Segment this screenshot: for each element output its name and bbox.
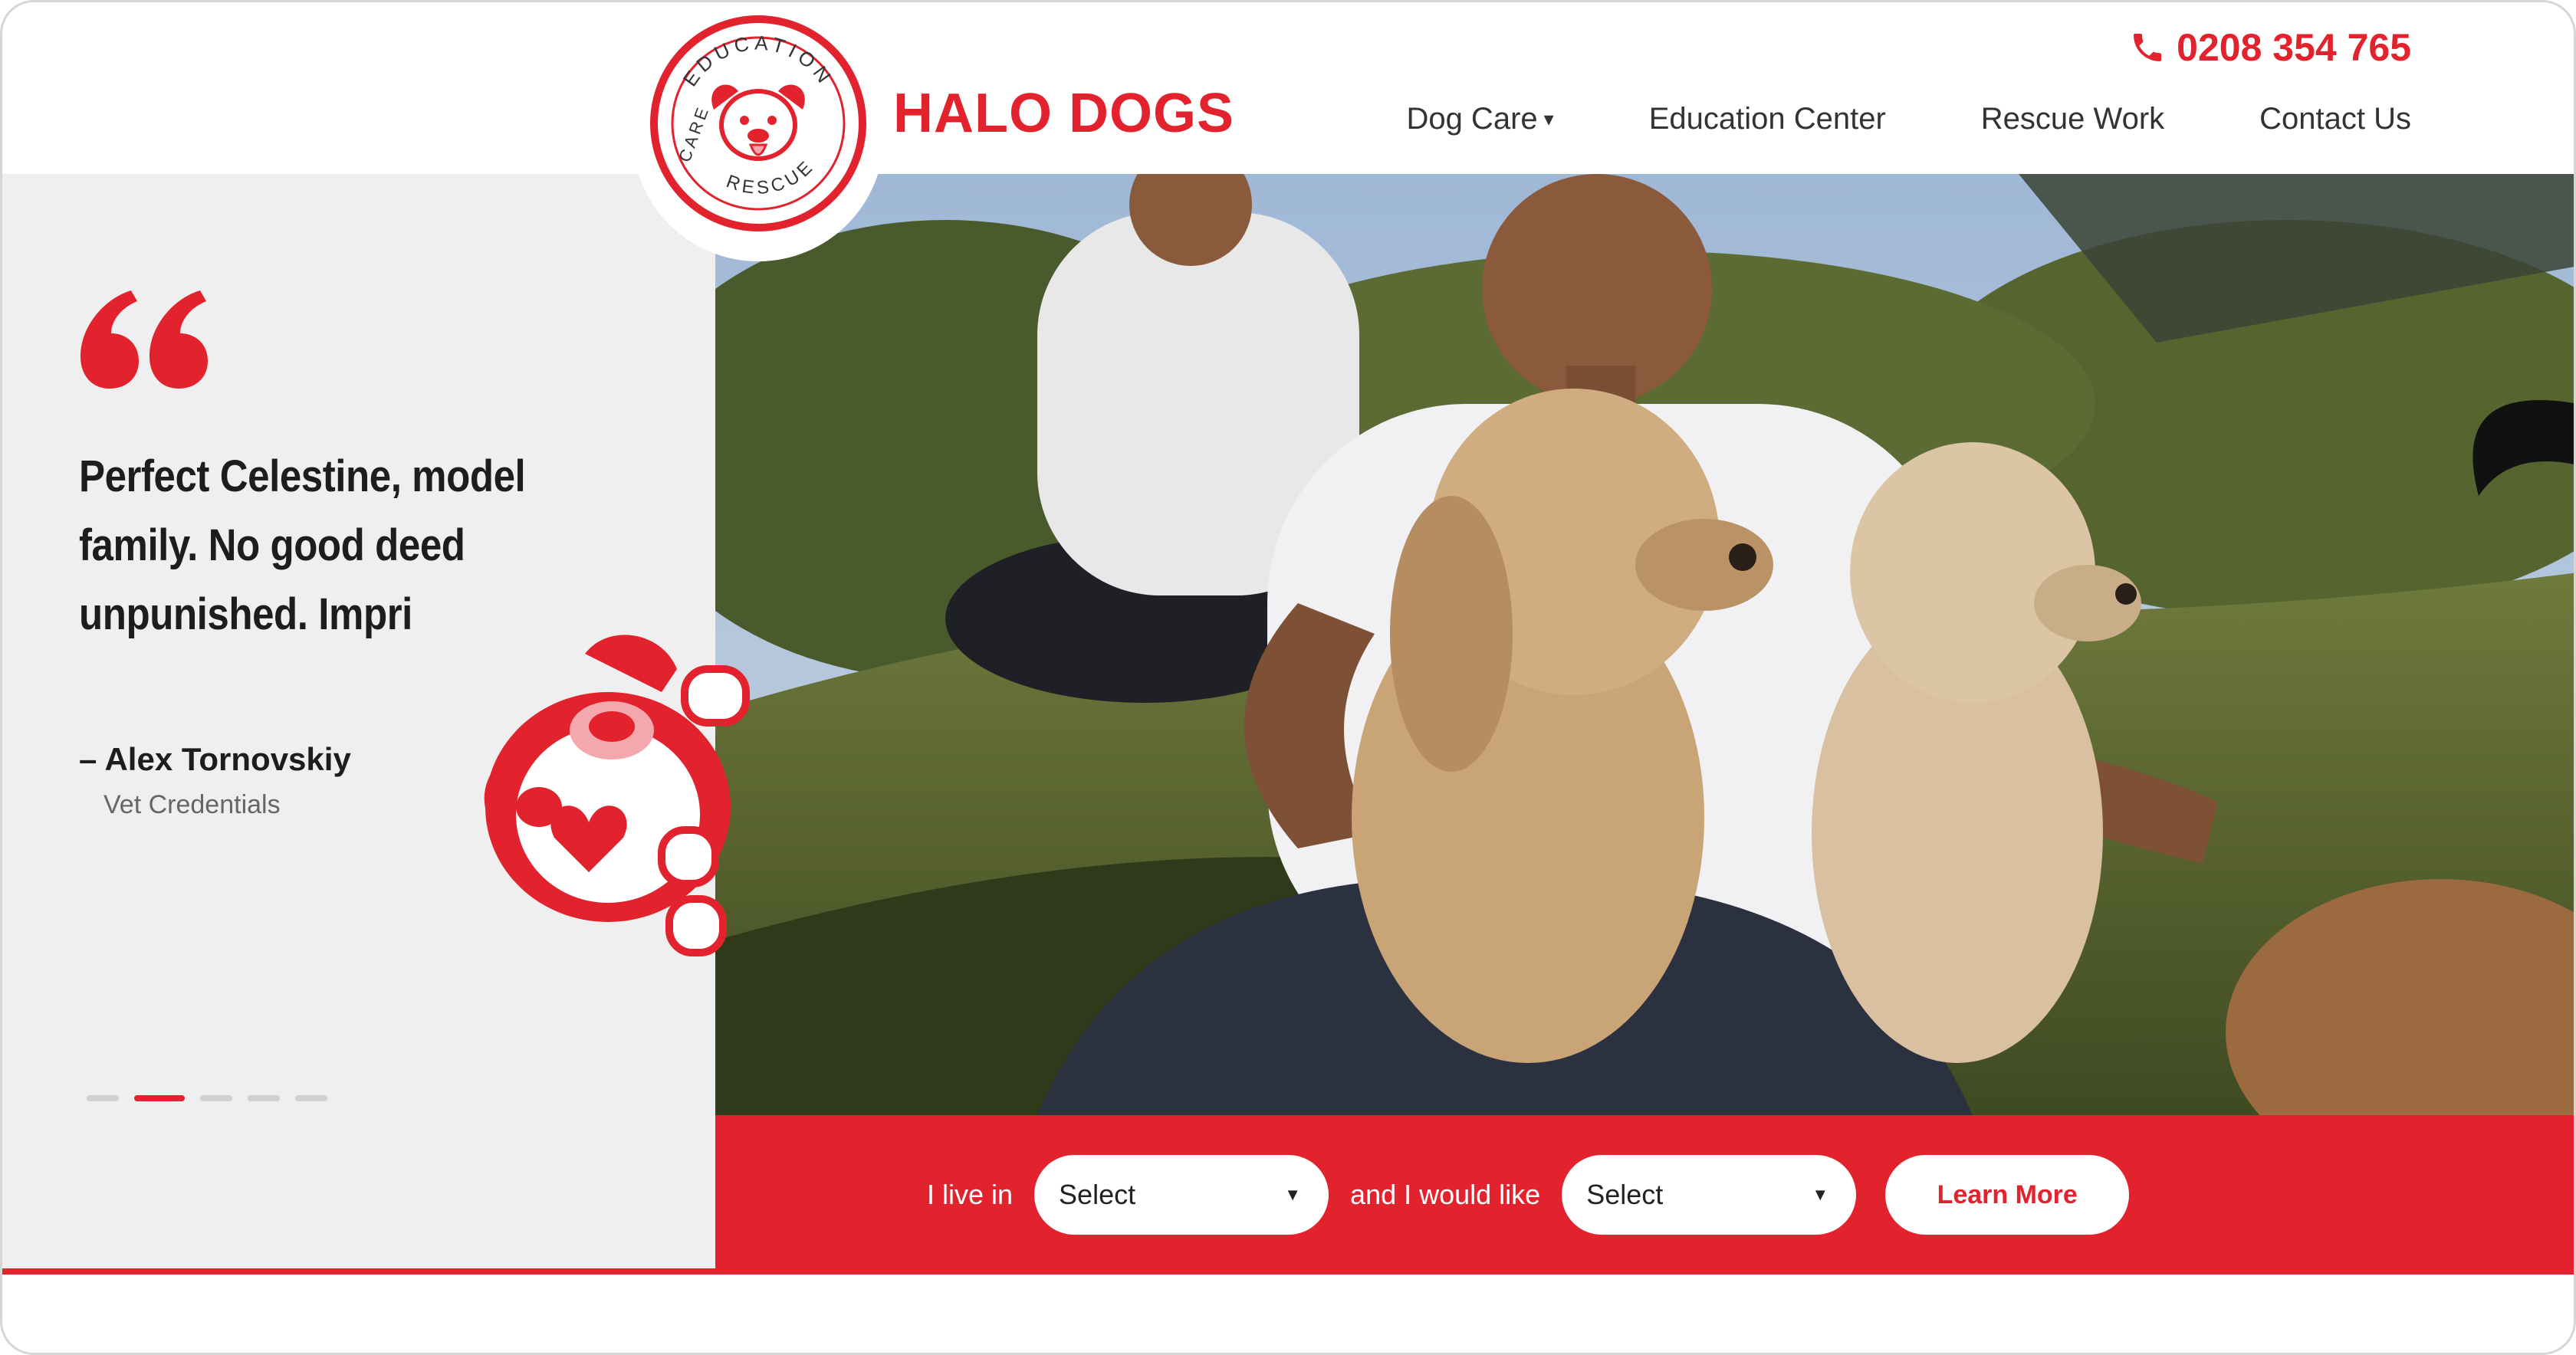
hero-photo bbox=[715, 174, 2574, 1115]
mascot-dog-icon bbox=[484, 635, 750, 956]
phone-icon bbox=[2134, 34, 2162, 61]
logo-icon: EDUCATION RESCUE CARE bbox=[643, 15, 873, 251]
dog-finder-bar: I live in Select ▼ and I would like Sele… bbox=[715, 1115, 2574, 1275]
testimonial-author: – Alex Tornovskiy bbox=[79, 741, 351, 777]
phone-number[interactable]: 0208 354 765 bbox=[2129, 25, 2411, 70]
hero-image bbox=[715, 174, 2574, 1115]
logo-badge[interactable]: EDUCATION RESCUE CARE bbox=[632, 10, 884, 261]
nav-item-contact-us[interactable]: Contact Us bbox=[2259, 102, 2411, 136]
select-value: Select bbox=[1586, 1179, 1664, 1210]
carousel-dot[interactable] bbox=[248, 1095, 280, 1101]
browser-frame: EDUCATION RESCUE CARE HALO DOGS 0208 354… bbox=[0, 0, 2576, 1355]
brand-name[interactable]: HALO DOGS bbox=[893, 82, 1234, 145]
live-in-label: I live in bbox=[927, 1179, 1014, 1210]
nav-label: Contact Us bbox=[2259, 102, 2411, 136]
nav-label: Education Center bbox=[1648, 102, 1886, 136]
caret-down-icon: ▾ bbox=[1543, 107, 1554, 130]
caret-down-icon: ▼ bbox=[1284, 1185, 1302, 1204]
carousel-dot-active[interactable] bbox=[134, 1095, 185, 1101]
phone-text: 0208 354 765 bbox=[2177, 26, 2411, 69]
carousel-dot[interactable] bbox=[200, 1095, 232, 1101]
nav-label: Dog Care bbox=[1406, 102, 1538, 136]
nav-label: Rescue Work bbox=[1980, 102, 2165, 136]
accent-bar bbox=[2, 1268, 715, 1275]
testimonial-quote: Perfect Celestine, model family. No good… bbox=[79, 451, 526, 639]
would-like-label: and I would like bbox=[1350, 1179, 1541, 1210]
nav-item-dog-care[interactable]: Dog Care ▾ bbox=[1406, 102, 1553, 136]
nav-item-education-center[interactable]: Education Center bbox=[1649, 102, 1886, 136]
select-value: Select bbox=[1059, 1179, 1136, 1210]
quote-icon bbox=[80, 290, 208, 389]
carousel-dot[interactable] bbox=[87, 1095, 119, 1101]
carousel-dot[interactable] bbox=[295, 1095, 327, 1101]
testimonial-credentials: Vet Credentials bbox=[104, 790, 281, 819]
caret-down-icon: ▼ bbox=[1812, 1185, 1829, 1204]
carousel-dots bbox=[87, 1095, 327, 1101]
main-nav: Dog Care ▾ Education Center Rescue Work … bbox=[1406, 102, 2411, 136]
learn-more-button[interactable]: Learn More bbox=[1885, 1155, 2130, 1235]
nav-item-rescue-work[interactable]: Rescue Work bbox=[1981, 102, 2164, 136]
interest-select[interactable]: Select ▼ bbox=[1562, 1155, 1857, 1235]
location-select[interactable]: Select ▼ bbox=[1034, 1155, 1329, 1235]
